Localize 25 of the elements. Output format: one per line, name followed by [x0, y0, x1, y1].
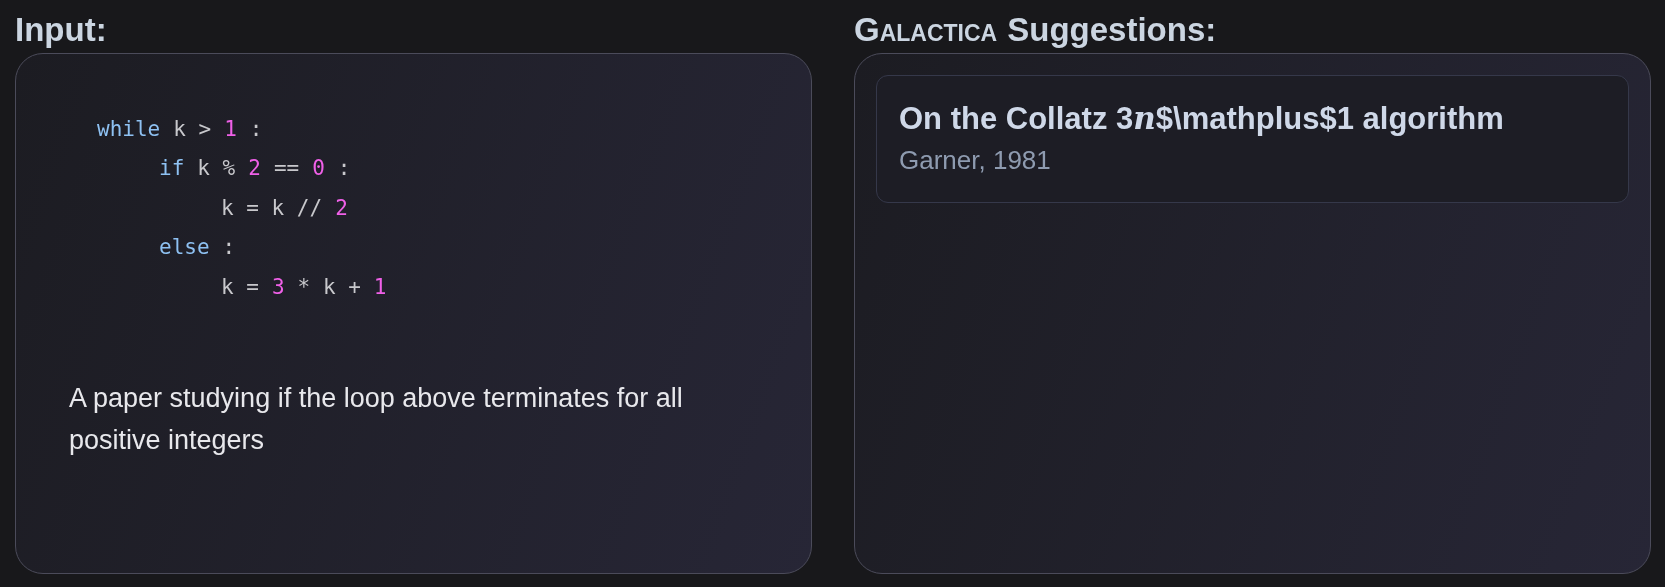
paper-title: On the Collatz 3n$\mathplus$1 algorithm	[899, 100, 1505, 137]
code-token: :	[337, 156, 351, 181]
code-token: 3	[271, 274, 285, 299]
code-token: * k +	[297, 274, 361, 299]
code-token: :	[222, 235, 236, 260]
code-token: :	[249, 116, 263, 141]
code-token: k %	[197, 156, 236, 181]
code-token: ==	[273, 156, 300, 181]
description-text: A paper studying if the loop above terminates for all positive integers	[69, 381, 684, 457]
code-token: 1	[373, 274, 387, 299]
code-token: k = k //	[221, 195, 323, 220]
code-token: 0	[312, 156, 325, 181]
paper-citation: Garner, 1981	[899, 145, 1052, 176]
code-token: k =	[221, 274, 259, 299]
code-token: else	[159, 235, 210, 260]
code-token: if	[159, 156, 185, 181]
section-heading: Input:	[15, 10, 108, 50]
section-heading: Suggestions:	[1007, 10, 1217, 50]
code-token: 2	[335, 195, 348, 220]
code-token: 1	[224, 116, 237, 141]
code-token: while	[97, 116, 161, 141]
brand-name: Galactica	[854, 10, 998, 50]
suggestion-card[interactable]: On the Collatz 3n$\mathplus$1 algorithm Garner, 1981	[876, 75, 1629, 203]
code-token: k >	[173, 116, 212, 141]
code-token: 2	[248, 156, 261, 181]
